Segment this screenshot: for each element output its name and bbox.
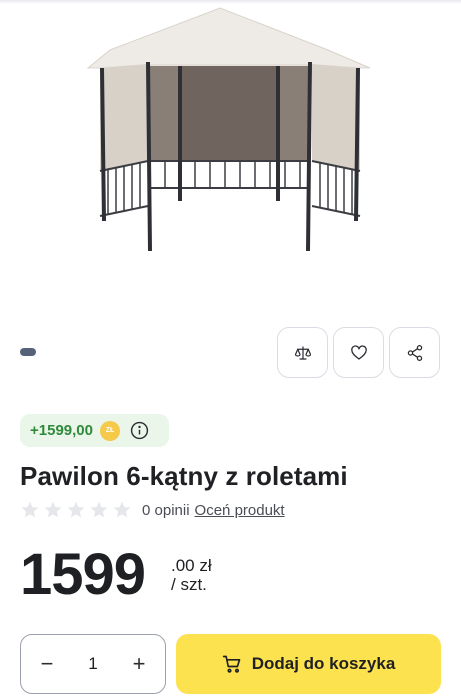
top-bar-shadow — [0, 0, 461, 4]
increase-quantity-button[interactable]: + — [129, 653, 149, 675]
cart-icon — [222, 655, 241, 673]
opinions-count: 0 opinii — [142, 501, 190, 519]
rate-product-link[interactable]: Oceń produkt — [195, 502, 285, 519]
quantity-value[interactable]: 1 — [88, 654, 97, 674]
share-button[interactable] — [389, 327, 440, 378]
product-title: Pawilon 6-kątny z roletami — [20, 461, 348, 491]
decrease-quantity-button[interactable]: − — [37, 653, 57, 675]
add-to-cart-label: Dodaj do koszyka — [251, 654, 396, 673]
gallery-pagination-dot[interactable] — [20, 348, 36, 356]
star-icon — [21, 501, 39, 518]
coin-icon: ZŁ — [99, 420, 120, 441]
price-decimals: .00 zł — [171, 556, 212, 575]
star-icon — [113, 501, 131, 518]
quantity-stepper: − 1 + — [20, 634, 166, 694]
points-value: +1599,00 — [30, 422, 93, 439]
star-icon — [67, 501, 85, 518]
price-integer: 1599 — [20, 542, 146, 607]
coin-label: ZŁ — [105, 427, 115, 434]
star-icon — [44, 501, 62, 518]
add-to-cart-button[interactable]: Dodaj do koszyka — [176, 634, 441, 694]
scale-icon — [294, 345, 311, 360]
favorite-button[interactable] — [333, 327, 384, 378]
share-icon — [407, 344, 422, 361]
star-icon — [90, 501, 108, 518]
compare-button[interactable] — [277, 327, 328, 378]
rating-row: 0 opinii Oceń produkt — [20, 500, 285, 520]
heart-icon — [350, 344, 367, 360]
product-image[interactable] — [80, 6, 380, 256]
loyalty-points-badge: +1599,00 ZŁ — [20, 414, 169, 447]
info-icon[interactable] — [130, 421, 149, 440]
price-unit: / szt. — [171, 575, 207, 594]
